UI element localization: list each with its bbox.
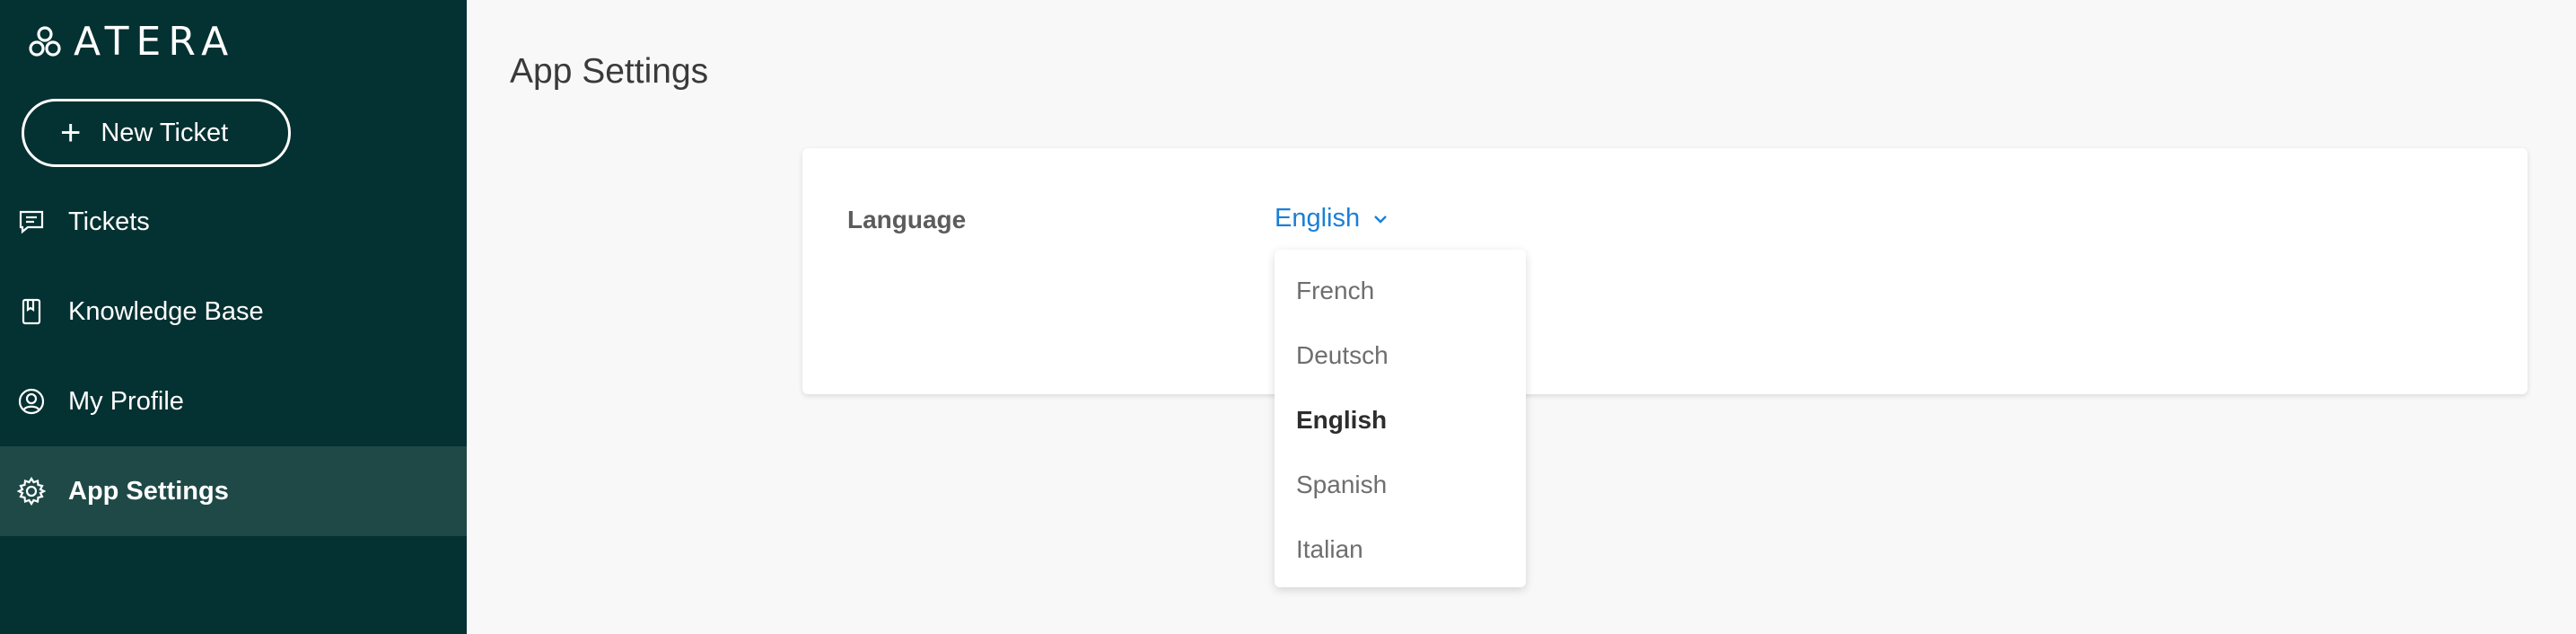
language-option-french[interactable]: French — [1275, 259, 1526, 323]
gear-icon — [16, 476, 47, 506]
sidebar-item-app-settings[interactable]: App Settings — [0, 446, 467, 536]
sidebar-item-knowledge-base[interactable]: Knowledge Base — [0, 267, 467, 357]
language-selected-value: English — [1275, 204, 1361, 233]
book-icon — [16, 296, 47, 327]
ticket-icon — [16, 207, 47, 237]
plus-icon: + — [60, 113, 82, 153]
language-option-english[interactable]: English — [1275, 388, 1526, 453]
language-dropdown-menu: French Deutsch English Spanish Italian — [1275, 250, 1526, 587]
logo-icon — [29, 26, 61, 57]
settings-card: Language English — [802, 148, 2528, 394]
language-option-spanish[interactable]: Spanish — [1275, 453, 1526, 517]
language-select[interactable]: English — [1275, 204, 1389, 233]
sidebar-item-label: Tickets — [68, 207, 150, 236]
user-circle-icon — [16, 386, 47, 417]
page-title: App Settings — [510, 52, 709, 91]
sidebar-item-label: App Settings — [68, 476, 229, 506]
sidebar-item-tickets[interactable]: Tickets — [0, 177, 467, 267]
language-label: Language — [847, 206, 967, 233]
logo-text: ATERA — [74, 19, 236, 65]
sidebar-item-label: My Profile — [68, 386, 184, 416]
logo[interactable]: ATERA — [27, 19, 236, 65]
language-option-italian[interactable]: Italian — [1275, 517, 1526, 582]
language-option-deutsch[interactable]: Deutsch — [1275, 323, 1526, 388]
sidebar-item-my-profile[interactable]: My Profile — [0, 357, 467, 446]
sidebar-item-label: Knowledge Base — [68, 296, 264, 326]
chevron-down-icon — [1374, 215, 1387, 224]
sidebar: ATERA + New Ticket Tickets Knowledge Bas… — [0, 0, 467, 634]
new-ticket-label: New Ticket — [101, 118, 229, 147]
new-ticket-button[interactable]: + New Ticket — [22, 99, 291, 167]
